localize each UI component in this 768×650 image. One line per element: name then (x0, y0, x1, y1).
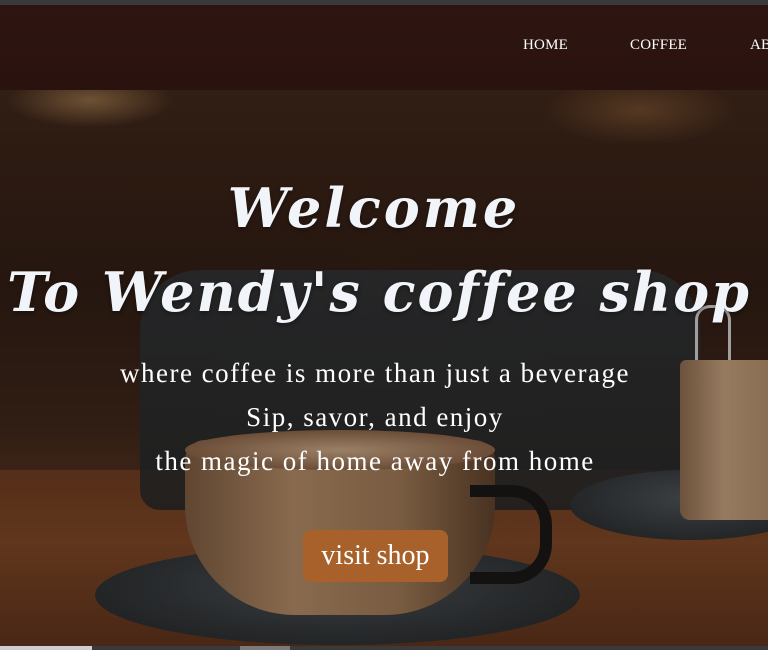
hero-tagline-line-1: where coffee is more than just a beverag… (119, 358, 631, 388)
hero-section: Welcome To Wendy's coffee shop where cof… (0, 90, 768, 650)
navbar: HOME COFFEE AB (0, 5, 768, 90)
nav-item-home[interactable]: HOME (523, 37, 568, 54)
hero-tagline-line-2: Sip, savor, and enjoy (246, 402, 504, 432)
hero-title-shop-name: To Wendy's coffee shop (7, 260, 751, 324)
visit-shop-button[interactable]: visit shop (303, 530, 448, 582)
hero-tagline-line-3: the magic of home away from home (155, 446, 595, 476)
horizontal-scrollbar[interactable] (0, 646, 768, 650)
scrollbar-thumb[interactable] (240, 646, 290, 650)
nav-item-coffee[interactable]: COFFEE (630, 37, 687, 54)
nav-item-about[interactable]: AB (750, 37, 768, 54)
scrollbar-segment (0, 646, 92, 650)
hero-title-welcome: Welcome (227, 176, 521, 240)
